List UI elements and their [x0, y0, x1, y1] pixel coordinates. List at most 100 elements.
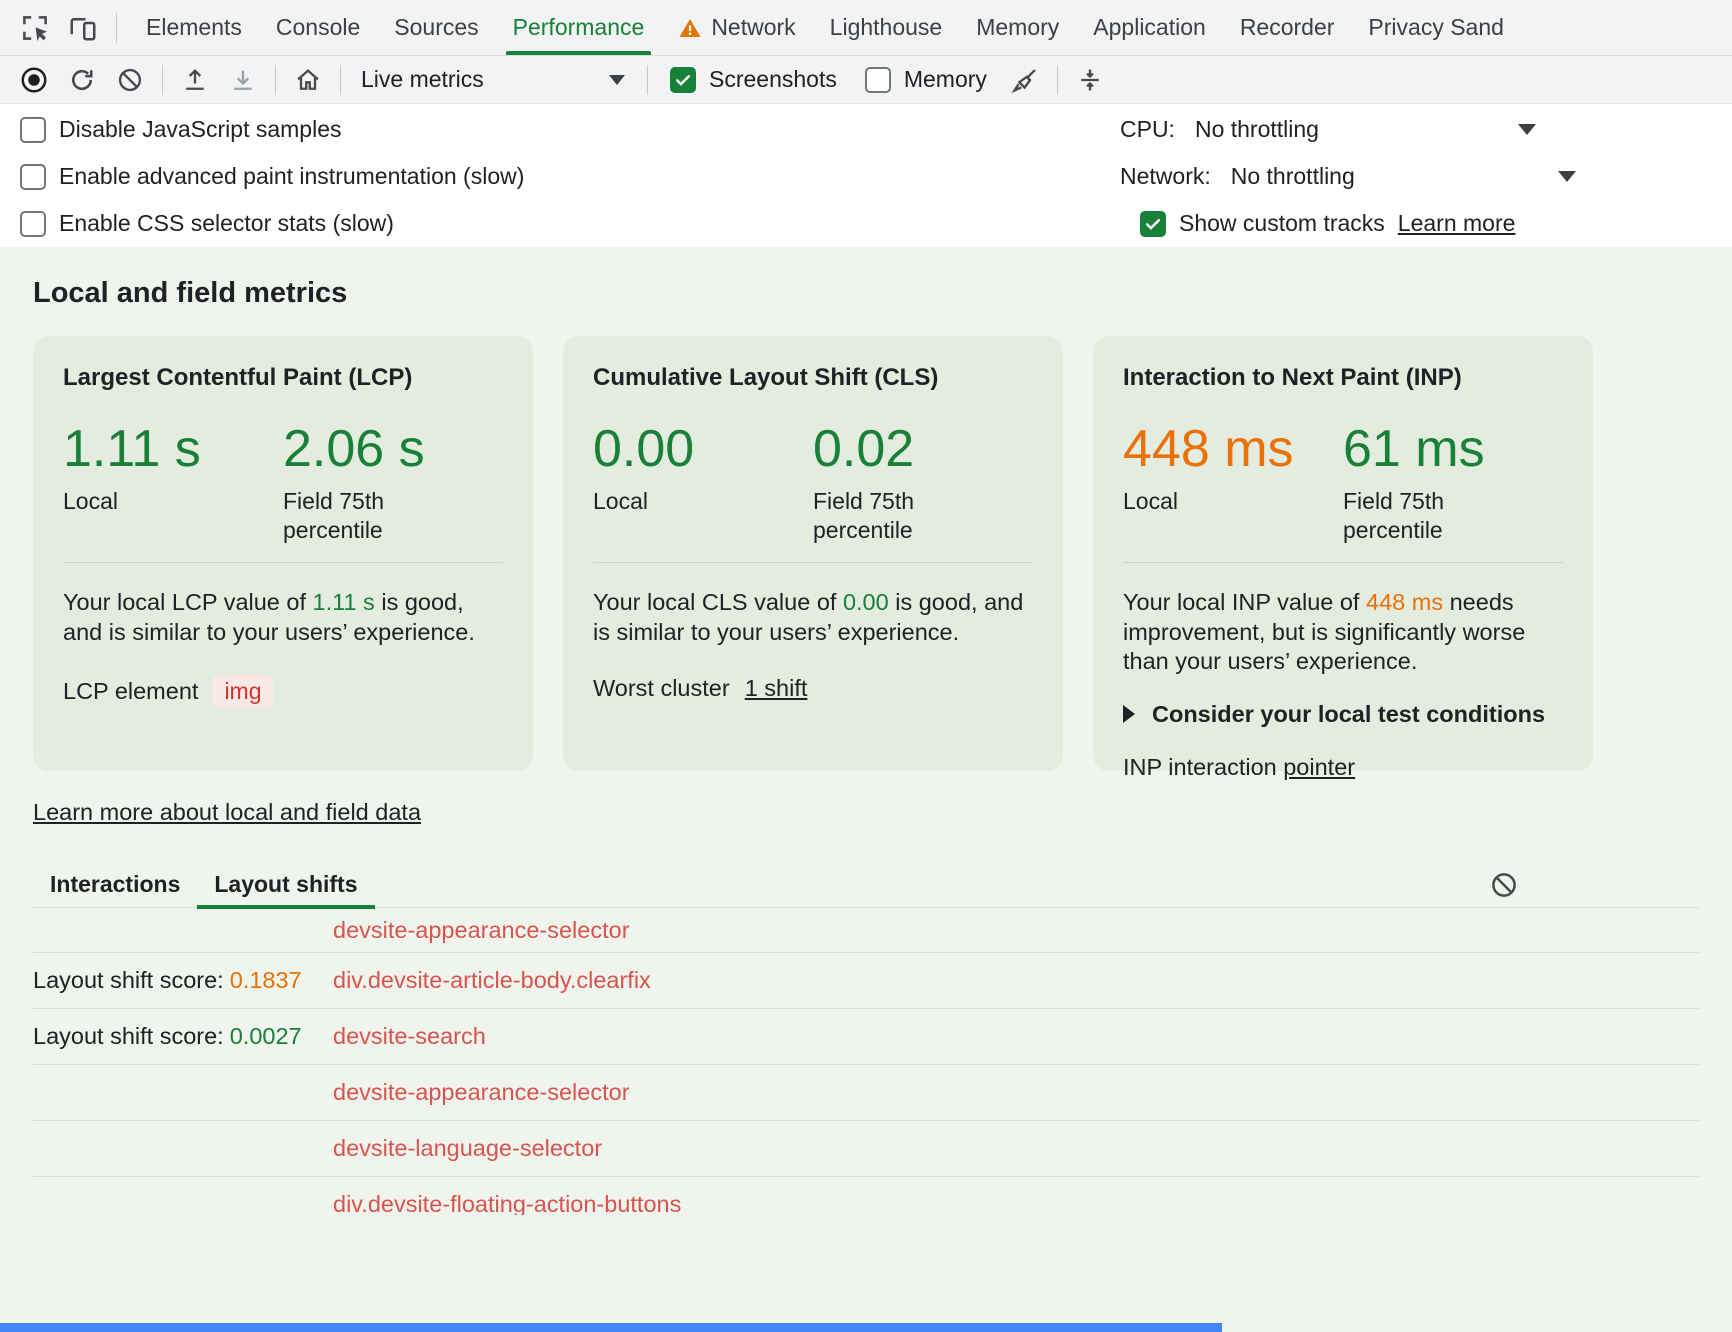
cpu-throttling-select[interactable]: CPU: No throttling: [1120, 106, 1732, 153]
divider: [63, 562, 503, 563]
garbage-collect-broom-icon[interactable]: [1001, 59, 1049, 101]
worst-cluster-link[interactable]: 1 shift: [745, 675, 808, 702]
inp-card-title: Interaction to Next Paint (INP): [1123, 364, 1563, 392]
score-value: 0.1837: [230, 967, 302, 993]
chevron-down-icon: [609, 75, 625, 85]
advanced-paint-instrumentation-label: Enable advanced paint instrumentation (s…: [59, 163, 524, 190]
node-link[interactable]: div.devsite-floating-action-buttons: [333, 1191, 681, 1215]
inp-interaction-link[interactable]: pointer: [1283, 754, 1355, 780]
cls-card: Cumulative Layout Shift (CLS) 0.00 Local…: [563, 336, 1063, 771]
table-row[interactable]: devsite-appearance-selector: [33, 908, 1699, 953]
separator: [647, 65, 648, 95]
checkbox-unchecked-icon: [20, 211, 46, 237]
table-row[interactable]: Layout shift score:0.1837 div.devsite-ar…: [33, 953, 1699, 1009]
tab-application[interactable]: Application: [1076, 0, 1223, 55]
lcp-description: Your local LCP value of 1.11 s is good, …: [63, 588, 503, 647]
lcp-card-title: Largest Contentful Paint (LCP): [63, 364, 503, 392]
tab-layout-shifts[interactable]: Layout shifts: [197, 862, 374, 908]
network-throttling-select[interactable]: Network: No throttling: [1120, 153, 1732, 200]
metrics-heading: Local and field metrics: [33, 277, 1699, 310]
checkbox-unchecked-icon: [865, 67, 891, 93]
inp-field-value: 61 ms: [1343, 422, 1563, 477]
checkbox-unchecked-icon: [20, 164, 46, 190]
live-metrics-panel: Local and field metrics Largest Contentf…: [0, 247, 1732, 1332]
inp-field-label: Field 75th percentile: [1343, 487, 1488, 546]
table-row[interactable]: div.devsite-floating-action-buttons: [33, 1177, 1699, 1215]
lcp-element-node-link[interactable]: img: [213, 675, 272, 708]
css-selector-stats-label: Enable CSS selector stats (slow): [59, 210, 394, 237]
lcp-local-value: 1.11 s: [63, 422, 283, 477]
tab-lighthouse[interactable]: Lighthouse: [813, 0, 960, 55]
node-link[interactable]: devsite-appearance-selector: [333, 1079, 630, 1105]
consider-label: Consider your local test conditions: [1152, 701, 1545, 728]
inp-interaction-label: INP interaction: [1123, 754, 1277, 780]
record-button[interactable]: [10, 59, 58, 101]
score-label: Layout shift score:: [33, 1023, 224, 1049]
consider-local-test-conditions-expander[interactable]: Consider your local test conditions: [1123, 701, 1563, 728]
save-profile-icon[interactable]: [171, 59, 219, 101]
table-row[interactable]: devsite-language-selector: [33, 1121, 1699, 1177]
separator: [1057, 65, 1058, 95]
devtools-tabbar: Elements Console Sources Performance Net…: [0, 0, 1732, 56]
inp-local-value: 448 ms: [1123, 422, 1343, 477]
separator: [340, 65, 341, 95]
device-toolbar-icon[interactable]: [60, 7, 106, 49]
divider: [593, 562, 1033, 563]
throttling-settings: CPU: No throttling Network: No throttlin…: [1120, 106, 1732, 247]
node-link[interactable]: devsite-search: [333, 1023, 486, 1049]
tab-performance[interactable]: Performance: [496, 0, 662, 55]
tabbar-left-icons: [0, 0, 129, 55]
collapse-shortcuts-icon[interactable]: [1066, 59, 1114, 101]
node-link[interactable]: devsite-appearance-selector: [333, 917, 630, 943]
learn-more-link[interactable]: Learn more: [1398, 210, 1516, 237]
checkbox-checked-icon: [670, 67, 696, 93]
checkbox-checked-icon: [1140, 211, 1166, 237]
tab-recorder[interactable]: Recorder: [1223, 0, 1352, 55]
lcp-field-label: Field 75th percentile: [283, 487, 428, 546]
screenshots-label: Screenshots: [709, 66, 837, 93]
worst-cluster-label: Worst cluster: [593, 675, 730, 702]
checkbox-unchecked-icon: [20, 117, 46, 143]
show-custom-tracks-checkbox[interactable]: Show custom tracks: [1120, 200, 1385, 247]
learn-more-local-field-link[interactable]: Learn more about local and field data: [33, 799, 421, 826]
separator: [116, 13, 117, 43]
tab-memory[interactable]: Memory: [959, 0, 1076, 55]
inp-local-label: Local: [1123, 487, 1268, 516]
network-label: Network:: [1120, 163, 1211, 190]
tab-network[interactable]: Network: [661, 0, 812, 55]
cls-local-value: 0.00: [593, 422, 813, 477]
clear-icon[interactable]: [106, 59, 154, 101]
tab-elements[interactable]: Elements: [129, 0, 259, 55]
inspect-element-icon[interactable]: [12, 7, 58, 49]
score-label: Layout shift score:: [33, 967, 224, 993]
memory-checkbox[interactable]: Memory: [851, 66, 1001, 93]
tab-interactions[interactable]: Interactions: [33, 862, 197, 908]
live-metrics-logs: Interactions Layout shifts devsite-appea…: [33, 862, 1699, 1215]
lcp-local-label: Local: [63, 487, 208, 516]
divider: [1123, 562, 1563, 563]
network-value: No throttling: [1231, 163, 1355, 190]
live-metrics-label: Live metrics: [361, 66, 484, 93]
cls-local-label: Local: [593, 487, 738, 516]
home-icon[interactable]: [284, 59, 332, 101]
tab-console[interactable]: Console: [259, 0, 377, 55]
disclosure-triangle-icon: [1123, 705, 1135, 723]
horizontal-scrollbar[interactable]: [0, 1323, 1222, 1332]
inp-description: Your local INP value of 448 ms needs imp…: [1123, 588, 1563, 677]
tab-privacy-sandbox[interactable]: Privacy Sand: [1351, 0, 1521, 55]
cls-card-title: Cumulative Layout Shift (CLS): [593, 364, 1033, 392]
cls-field-value: 0.02: [813, 422, 1033, 477]
tab-sources[interactable]: Sources: [377, 0, 495, 55]
load-profile-icon[interactable]: [219, 59, 267, 101]
cls-field-label: Field 75th percentile: [813, 487, 958, 546]
table-row[interactable]: Layout shift score:0.0027 devsite-search: [33, 1009, 1699, 1065]
node-link[interactable]: div.devsite-article-body.clearfix: [333, 967, 651, 993]
clear-log-icon[interactable]: [1481, 864, 1527, 906]
reload-and-record-icon[interactable]: [58, 59, 106, 101]
live-metrics-select[interactable]: Live metrics: [349, 60, 639, 100]
node-link[interactable]: devsite-language-selector: [333, 1135, 602, 1161]
separator: [275, 65, 276, 95]
lcp-field-value: 2.06 s: [283, 422, 503, 477]
screenshots-checkbox[interactable]: Screenshots: [656, 66, 851, 93]
table-row[interactable]: devsite-appearance-selector: [33, 1065, 1699, 1121]
